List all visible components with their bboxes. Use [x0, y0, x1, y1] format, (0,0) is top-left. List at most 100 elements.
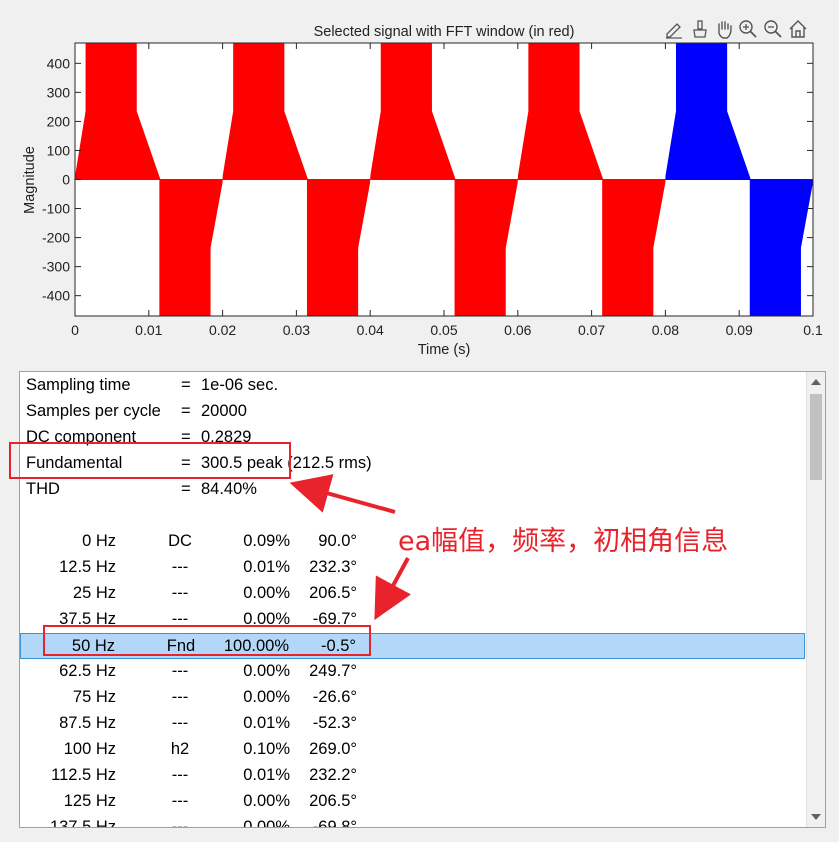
harmonic-row[interactable]: 12.5 Hz --- 0.01% 232.3° [20, 555, 805, 581]
info-equals: = [181, 480, 191, 498]
harmonic-frequency: 25 Hz [72, 584, 116, 602]
harmonic-tag: h2 [170, 740, 190, 758]
x-tick-label: 0.01 [135, 322, 162, 338]
harmonic-percent: 0.00% [243, 688, 290, 706]
x-tick-label: 0.03 [283, 322, 310, 338]
harmonic-row[interactable]: 50 Hz Fnd 100.00% -0.5° [20, 633, 805, 659]
harmonic-frequency: 125 Hz [63, 792, 116, 810]
y-tick-label: -300 [42, 259, 70, 275]
harmonic-frequency: 12.5 Hz [59, 558, 116, 576]
harmonic-row[interactable]: 100 Hz h2 0.10% 269.0° [20, 737, 805, 763]
harmonic-row[interactable]: 62.5 Hz --- 0.00% 249.7° [20, 659, 805, 685]
info-line[interactable]: DC component = 0.2829 [20, 425, 805, 451]
info-label: Samples per cycle [26, 402, 161, 420]
harmonic-percent: 100.00% [223, 637, 289, 655]
harmonic-tag: Fnd [166, 637, 196, 655]
x-tick-label: 0.06 [504, 322, 531, 338]
harmonic-phase: 206.5° [309, 792, 357, 810]
harmonic-frequency: 75 Hz [72, 688, 116, 706]
harmonic-frequency: 50 Hz [71, 637, 115, 655]
harmonic-tag: --- [171, 662, 189, 680]
x-tick-label: 0.02 [209, 322, 236, 338]
x-tick-label: 0.04 [357, 322, 384, 338]
info-label: DC component [26, 428, 137, 446]
info-value: 300.5 peak (212.5 rms) [201, 454, 372, 472]
scroll-up-arrow-icon[interactable] [811, 379, 821, 385]
harmonic-frequency: 137.5 Hz [49, 818, 116, 828]
y-tick-label: -100 [42, 201, 70, 217]
scroll-down-arrow-icon[interactable] [811, 814, 821, 820]
harmonic-percent: 0.01% [243, 714, 290, 732]
harmonic-row[interactable]: 37.5 Hz --- 0.00% -69.7° [20, 607, 805, 633]
harmonic-frequency: 62.5 Hz [59, 662, 116, 680]
harmonic-row[interactable]: 125 Hz --- 0.00% 206.5° [20, 789, 805, 815]
harmonic-percent: 0.01% [243, 766, 290, 784]
harmonic-phase: -69.7° [312, 610, 357, 628]
harmonic-frequency: 112.5 Hz [51, 766, 116, 784]
y-tick-label: 0 [62, 172, 70, 188]
x-tick-label: 0.1 [803, 322, 823, 338]
y-axis-label: Magnitude [22, 146, 38, 214]
harmonic-phase: 90.0° [318, 532, 357, 550]
harmonic-percent: 0.00% [243, 584, 290, 602]
harmonic-phase: 269.0° [309, 740, 357, 758]
harmonic-tag: --- [171, 584, 189, 602]
info-line[interactable]: Samples per cycle = 20000 [20, 399, 805, 425]
harmonic-frequency: 100 Hz [63, 740, 116, 758]
info-line[interactable]: THD = 84.40% [20, 477, 805, 503]
y-tick-label: -200 [42, 230, 70, 246]
fft-results-listbox[interactable]: Sampling time = 1e-06 sec. Samples per cycl… [19, 371, 826, 828]
harmonic-row[interactable]: 137.5 Hz --- 0.00% -69.8° [20, 815, 805, 828]
info-equals: = [181, 402, 191, 420]
harmonic-phase: 232.3° [309, 558, 357, 576]
info-line[interactable]: Fundamental = 300.5 peak (212.5 rms) [20, 451, 805, 477]
info-equals: = [181, 428, 191, 446]
x-tick-label: 0.05 [430, 322, 457, 338]
x-tick-label: 0.07 [578, 322, 605, 338]
harmonic-row[interactable]: 75 Hz --- 0.00% -26.6° [20, 685, 805, 711]
info-equals: = [181, 376, 191, 394]
harmonic-tag: DC [168, 532, 192, 550]
harmonic-row[interactable]: 87.5 Hz --- 0.01% -52.3° [20, 711, 805, 737]
info-equals: = [181, 454, 191, 472]
harmonic-tag: --- [171, 688, 189, 706]
harmonic-row[interactable]: 25 Hz --- 0.00% 206.5° [20, 581, 805, 607]
info-label: Sampling time [26, 376, 131, 394]
harmonic-phase: 206.5° [309, 584, 357, 602]
y-tick-label: 400 [47, 55, 71, 71]
harmonic-percent: 0.00% [243, 610, 290, 628]
harmonic-phase: 232.2° [309, 766, 357, 784]
harmonic-row[interactable]: 112.5 Hz --- 0.01% 232.2° [20, 763, 805, 789]
vertical-scrollbar[interactable] [806, 372, 825, 827]
fft-signal-figure: Selected signal with FFT window (in red)… [0, 0, 839, 365]
y-tick-label: -400 [42, 288, 70, 304]
harmonic-tag: --- [171, 792, 189, 810]
annotation-text: ea幅值，频率，初相角信息 [398, 526, 729, 557]
harmonic-tag: --- [171, 558, 189, 576]
harmonic-percent: 0.00% [243, 792, 290, 810]
harmonic-percent: 0.00% [243, 818, 290, 828]
harmonic-tag: --- [171, 610, 189, 628]
harmonic-phase: -26.6° [312, 688, 357, 706]
info-label: THD [26, 480, 60, 498]
scrollbar-thumb[interactable] [810, 394, 822, 480]
chart-title: Selected signal with FFT window (in red) [314, 24, 575, 40]
info-line[interactable]: Sampling time = 1e-06 sec. [20, 373, 805, 399]
harmonic-phase: -52.3° [312, 714, 357, 732]
y-tick-label: 200 [47, 113, 71, 129]
info-label: Fundamental [26, 454, 123, 472]
info-value: 84.40% [201, 480, 257, 498]
x-tick-label: 0.09 [726, 322, 753, 338]
info-value: 0.2829 [201, 428, 252, 446]
y-tick-label: 100 [47, 142, 71, 158]
harmonic-phase: 249.7° [309, 662, 357, 680]
harmonic-tag: --- [171, 766, 189, 784]
harmonic-percent: 0.10% [243, 740, 290, 758]
harmonic-tag: --- [171, 818, 189, 828]
harmonic-frequency: 0 Hz [82, 532, 116, 550]
harmonic-frequency: 87.5 Hz [59, 714, 116, 732]
harmonic-phase: -69.8° [312, 818, 357, 828]
info-value: 1e-06 sec. [201, 376, 279, 394]
info-value: 20000 [201, 402, 247, 420]
harmonic-phase: -0.5° [320, 637, 356, 655]
